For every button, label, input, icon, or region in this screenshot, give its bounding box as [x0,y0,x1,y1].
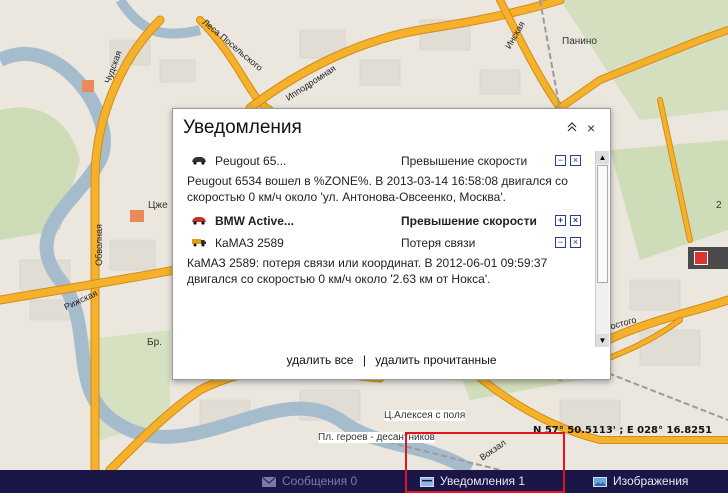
popup-footer: удалить все | удалить прочитанные [173,353,610,367]
delete-notification-icon[interactable]: × [570,215,581,226]
event-type: Превышение скорости [401,154,528,168]
map-label-panino: Панино [562,36,597,47]
car-icon [192,217,206,225]
map-layer-button[interactable] [688,247,728,269]
map-label-pl-geroev: Пл. героев - десантников [318,432,435,443]
truck-icon [192,239,206,247]
notification-header[interactable]: BMW Active... Превышение скорости + × [183,211,593,233]
envelope-icon [262,476,276,487]
event-type: Потеря связи [401,236,476,250]
notifications-button[interactable]: Уведомления 1 [420,474,525,488]
notification-header[interactable]: Peugout 65... Превышение скорости − × [183,151,593,173]
messages-label: Сообщения 0 [282,474,358,488]
images-label: Изображения [613,474,689,488]
bottom-bar: Сообщения 0 Уведомления 1 Изображения [0,470,728,493]
scroll-up-arrow-icon[interactable]: ▲ [596,151,609,164]
delete-notification-icon[interactable]: × [570,237,581,248]
scrollbar-thumb[interactable] [597,165,608,283]
vehicle-name: КаМАЗ 2589 [215,236,284,250]
notification-header[interactable]: КаМАЗ 2589 Потеря связи − × [183,233,593,255]
collapse-icon[interactable] [567,122,577,135]
layer-icon [694,251,708,265]
notifications-popup: Уведомления × Peugout 65... Превышение с… [172,108,611,380]
messages-button[interactable]: Сообщения 0 [262,474,357,488]
scroll-down-arrow-icon[interactable]: ▼ [596,334,609,347]
notifications-list[interactable]: Peugout 65... Превышение скорости − × Pe… [183,151,593,347]
vehicle-name: Peugout 65... [215,154,287,168]
notification-icon [420,476,434,487]
delete-notification-icon[interactable]: × [570,155,581,166]
footer-separator: | [362,353,366,367]
event-type: Превышение скорости [401,214,537,228]
car-icon [192,157,206,165]
notifications-label: Уведомления 1 [440,474,526,488]
popup-scrollbar[interactable]: ▲ ▼ [595,151,609,347]
road-label-obvodnaya: Обволная [93,224,104,266]
close-icon[interactable]: × [587,120,595,136]
map-label-alekseya: Ц.Алексея с поля [384,410,466,421]
images-button[interactable]: Изображения [593,474,688,488]
coordinates-readout: N 57° 50.5113' ; E 028° 16.8251 [533,425,713,436]
map-label-tsh: Цже [148,200,168,211]
map-label-br: Бр. [147,337,162,348]
image-icon [593,476,607,487]
expand-notification-icon[interactable]: + [555,215,566,226]
vehicle-name: BMW Active... [215,214,294,228]
notification-text: Peugout 6534 вошел в %ZONE%. В 2013-03-1… [187,174,568,204]
collapse-notification-icon[interactable]: − [555,237,566,248]
delete-all-link[interactable]: удалить все [287,353,354,367]
collapse-notification-icon[interactable]: − [555,155,566,166]
delete-read-link[interactable]: удалить прочитанные [375,353,496,367]
notification-text: КаМАЗ 2589: потеря связи или координат. … [187,256,548,286]
popup-title: Уведомления [183,117,302,138]
map-label-two: 2 [716,200,722,211]
